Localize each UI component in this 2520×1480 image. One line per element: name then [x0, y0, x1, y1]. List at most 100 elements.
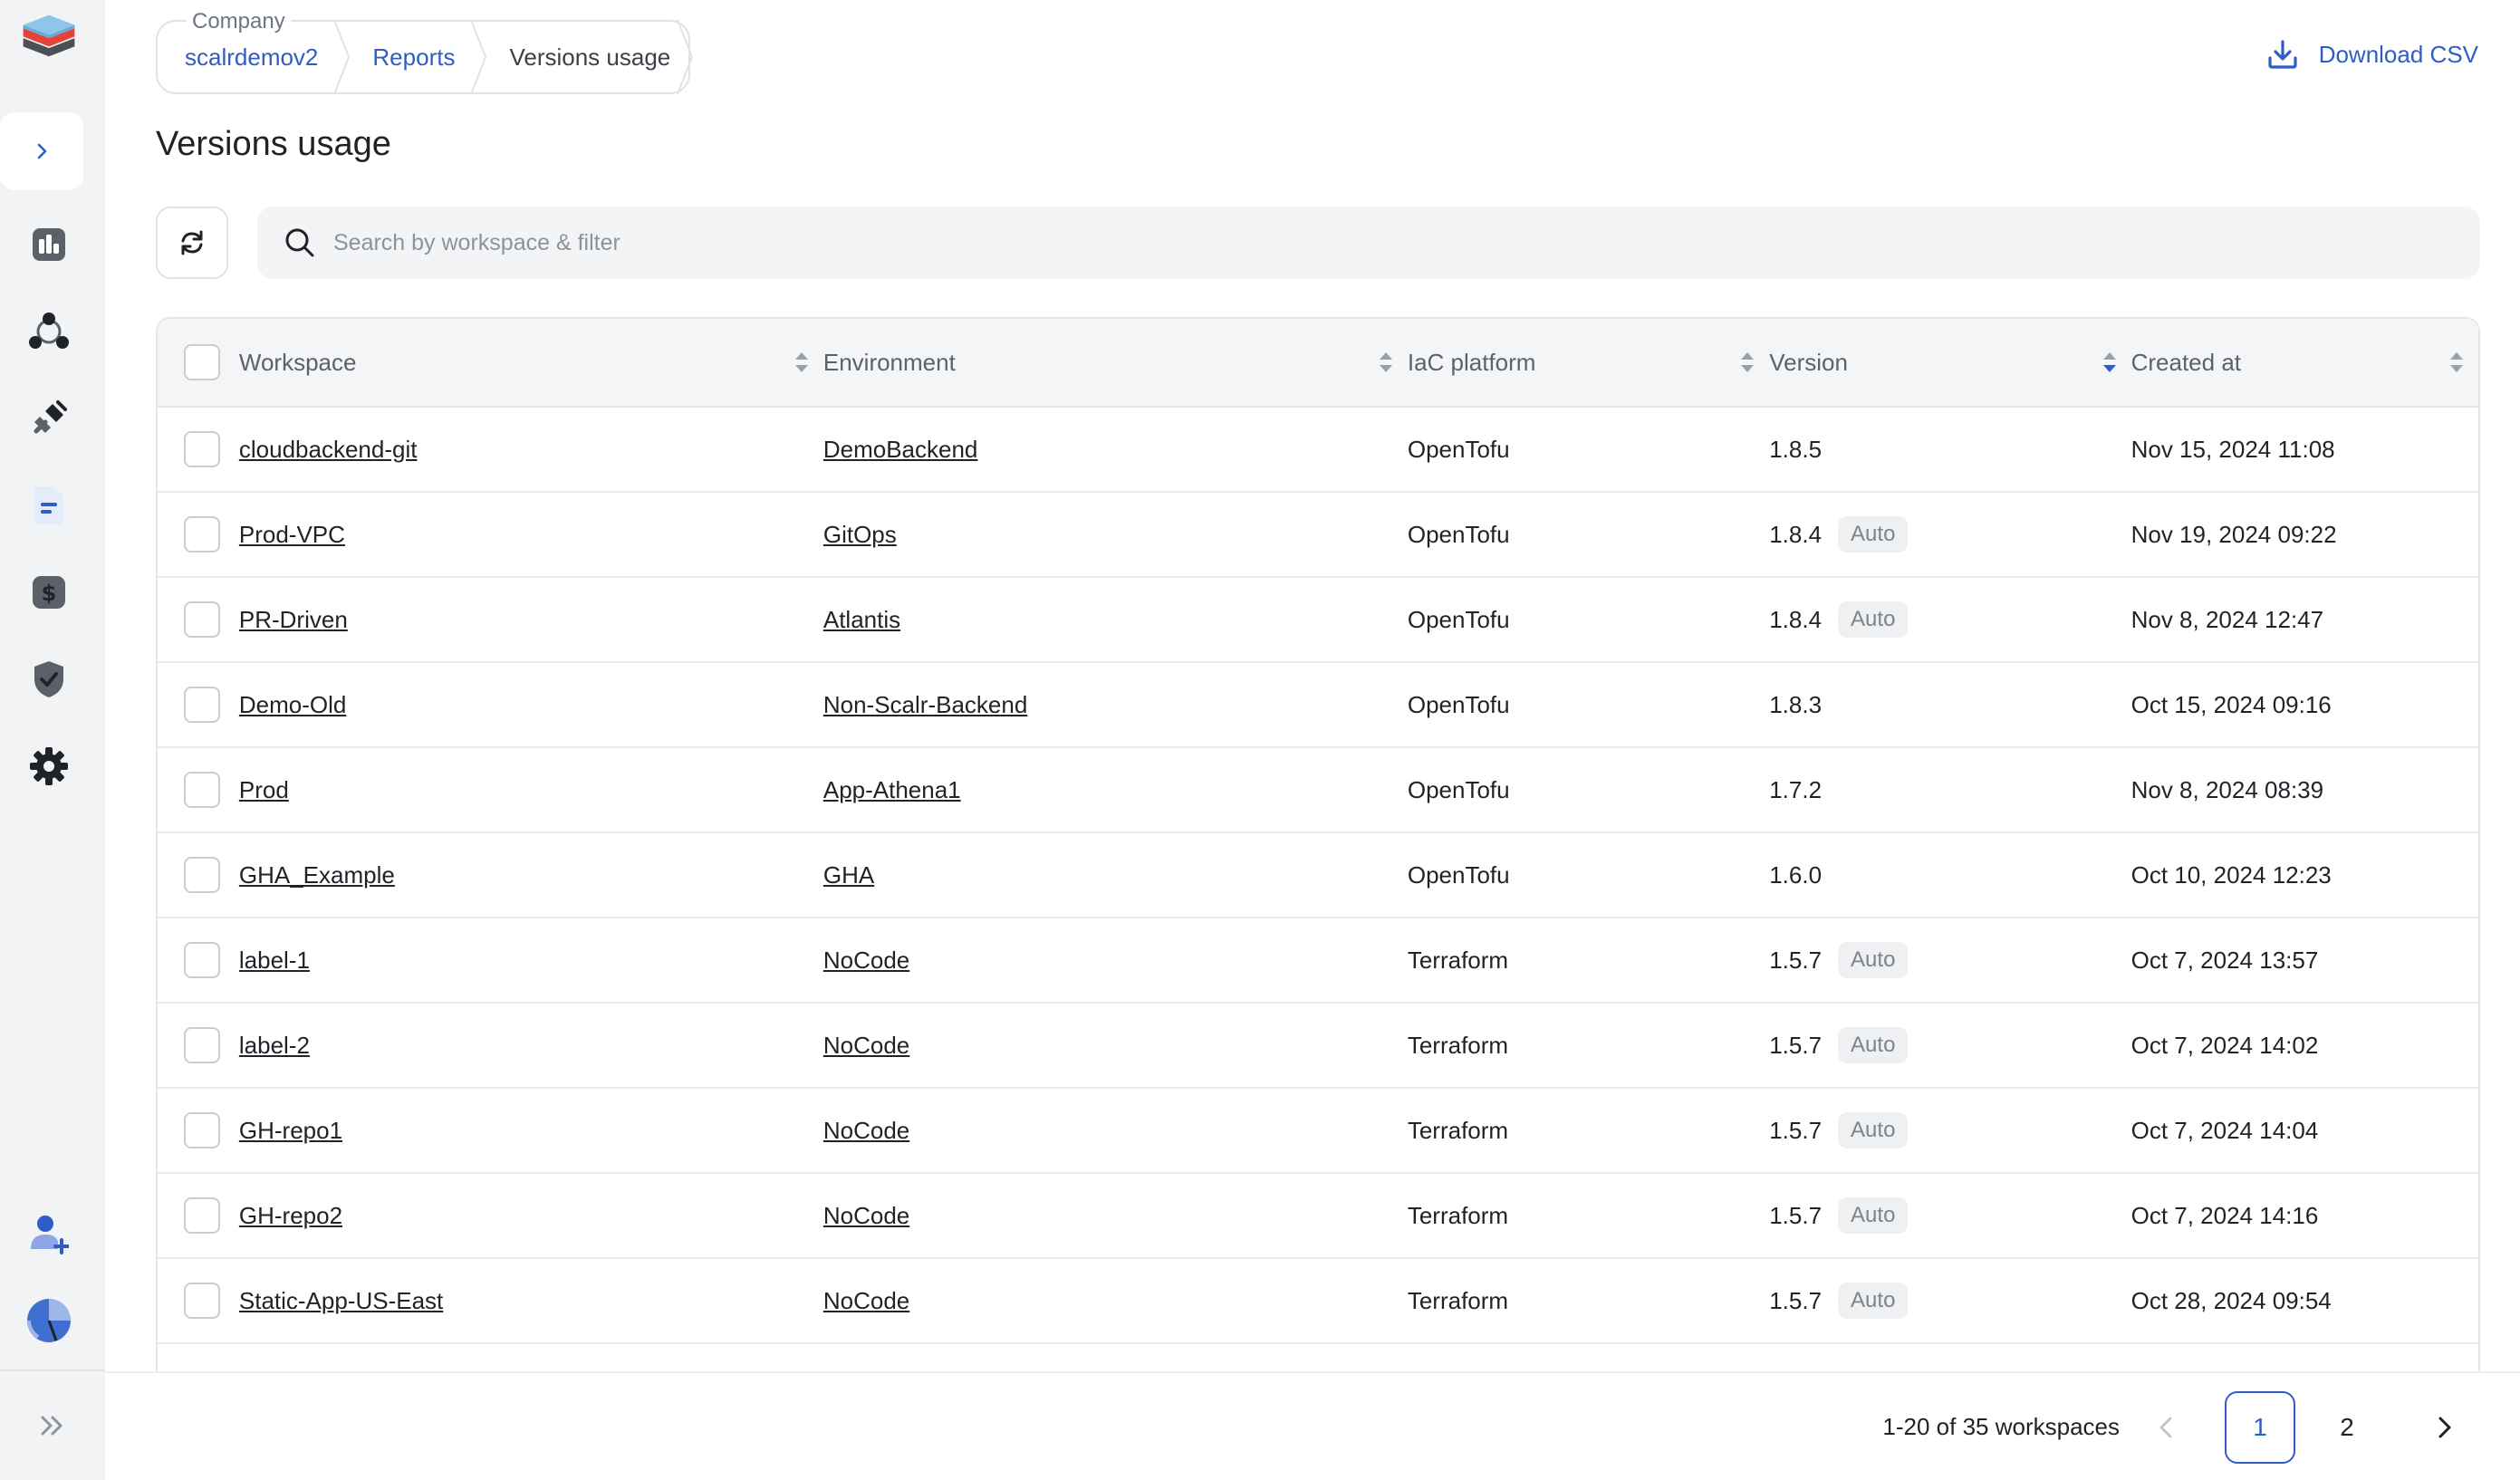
column-header-version[interactable]: Version [1769, 348, 2130, 377]
table-row: label-1 NoCode Terraform 1.5.7 Auto Oct 7, 20… [158, 918, 2478, 1004]
row-checkbox[interactable] [183, 516, 220, 553]
sidebar: $ [0, 0, 105, 1480]
created-at-cell: Nov 15, 2024 11:08 [2130, 435, 2335, 463]
select-all-checkbox[interactable] [183, 344, 220, 380]
row-checkbox[interactable] [183, 1197, 220, 1234]
row-checkbox[interactable] [183, 857, 220, 893]
created-at-cell: Oct 7, 2024 14:02 [2130, 1031, 2319, 1059]
double-chevron-right-icon [41, 1416, 63, 1436]
row-checkbox[interactable] [183, 1283, 220, 1319]
download-csv-button[interactable]: Download CSV [2266, 38, 2478, 71]
row-checkbox[interactable] [183, 431, 220, 467]
breadcrumb-company[interactable]: scalrdemov2 [158, 22, 345, 92]
row-checkbox[interactable] [183, 687, 220, 723]
created-at-cell: Oct 15, 2024 09:16 [2130, 690, 2332, 718]
select-all-cell [158, 344, 239, 380]
workspace-link[interactable]: label-1 [239, 947, 310, 974]
iac-platform-cell: OpenTofu [1407, 435, 1510, 463]
environment-link[interactable]: GHA [823, 861, 874, 889]
settings-icon[interactable] [20, 737, 78, 795]
workspace-cell: cloudbackend-git [239, 436, 823, 464]
iac-platform-cell: Terraform [1407, 946, 1509, 974]
sidebar-expand-button[interactable] [0, 112, 83, 190]
column-header-iac-platform[interactable]: IaC platform [1408, 348, 1769, 377]
workspace-cell: GH-repo2 [239, 1202, 823, 1230]
previous-page-button[interactable] [2149, 1409, 2185, 1450]
row-select-cell [158, 1112, 239, 1148]
pagination-bar: 1-20 of 35 workspaces 1 2 [105, 1371, 2520, 1480]
environment-link[interactable]: NoCode [823, 1202, 909, 1229]
workspace-link[interactable]: GHA_Example [239, 861, 395, 889]
next-page-button[interactable] [2426, 1409, 2462, 1450]
page-button-1[interactable]: 1 [2225, 1391, 2295, 1464]
scalr-logo-icon[interactable] [20, 11, 78, 69]
column-header-workspace[interactable]: Workspace [239, 348, 823, 377]
auto-badge: Auto [1838, 601, 1909, 638]
row-select-cell [158, 1283, 239, 1319]
integrations-icon[interactable] [20, 389, 78, 447]
version-value: 1.5.7 [1769, 1286, 1823, 1314]
row-checkbox[interactable] [183, 1027, 220, 1063]
workspace-link[interactable]: Static-App-US-East [239, 1287, 443, 1314]
iac-platform-cell: OpenTofu [1407, 775, 1510, 803]
environment-link[interactable]: App-Athena1 [823, 776, 961, 803]
workspace-link[interactable]: Demo-Old [239, 691, 346, 718]
sort-icon [1741, 352, 1755, 372]
download-icon [2268, 40, 2297, 69]
column-header-environment[interactable]: Environment [823, 348, 1408, 377]
workspace-link[interactable]: Prod-VPC [239, 521, 345, 548]
page-button-2[interactable]: 2 [2312, 1391, 2382, 1464]
add-user-icon[interactable] [20, 1205, 78, 1263]
created-at-cell: Oct 7, 2024 14:04 [2130, 1116, 2319, 1144]
auto-badge: Auto [1838, 1027, 1909, 1063]
row-checkbox[interactable] [183, 772, 220, 808]
workspace-link[interactable]: GH-repo2 [239, 1202, 342, 1229]
row-checkbox[interactable] [183, 1112, 220, 1148]
svg-text:$: $ [42, 581, 57, 606]
sidebar-collapse-button[interactable] [0, 1369, 105, 1480]
chevron-right-icon [2438, 1417, 2451, 1438]
table-row: Demo-Old Non-Scalr-Backend OpenTofu 1.8.3 Oc… [158, 663, 2478, 748]
dashboard-icon[interactable] [20, 216, 78, 274]
refresh-icon [181, 230, 203, 255]
breadcrumb-current: Versions usage [509, 43, 671, 71]
environment-link[interactable]: DemoBackend [823, 436, 978, 463]
row-checkbox[interactable] [183, 942, 220, 978]
row-checkbox[interactable] [183, 601, 220, 638]
version-cell: 1.8.4 Auto [1769, 601, 2130, 638]
version-value: 1.8.5 [1769, 435, 1823, 463]
workspace-link[interactable]: Prod [239, 776, 289, 803]
reports-icon[interactable] [20, 476, 78, 534]
environment-cell: NoCode [823, 1287, 1408, 1315]
environment-link[interactable]: NoCode [823, 1287, 909, 1314]
version-value: 1.8.3 [1769, 690, 1823, 718]
workspace-link[interactable]: GH-repo1 [239, 1117, 342, 1144]
table-row: Prod-VPC GitOps OpenTofu 1.8.4 Auto Nov 19, 2… [158, 493, 2478, 578]
refresh-button[interactable] [156, 207, 228, 279]
environment-link[interactable]: Atlantis [823, 606, 900, 633]
breadcrumb-reports[interactable]: Reports [345, 22, 482, 92]
created-at-cell: Nov 19, 2024 09:22 [2130, 520, 2337, 548]
environment-link[interactable]: GitOps [823, 521, 897, 548]
user-avatar[interactable] [20, 1292, 78, 1350]
table-row: GH-repo1 NoCode Terraform 1.5.7 Auto Oct 7, 2… [158, 1089, 2478, 1174]
environment-link[interactable]: NoCode [823, 1117, 909, 1144]
billing-icon[interactable]: $ [20, 563, 78, 621]
workspace-link[interactable]: cloudbackend-git [239, 436, 418, 463]
version-value: 1.7.2 [1769, 775, 1823, 803]
column-header-created-at[interactable]: Created at [2131, 348, 2478, 377]
search-input[interactable] [333, 229, 2417, 256]
workspace-link[interactable]: PR-Driven [239, 606, 348, 633]
created-at-cell: Nov 8, 2024 12:47 [2130, 605, 2324, 633]
policies-icon[interactable] [20, 650, 78, 708]
version-value: 1.6.0 [1769, 860, 1823, 889]
workspace-link[interactable]: label-2 [239, 1032, 310, 1059]
environment-cell: NoCode [823, 1202, 1408, 1230]
auto-badge: Auto [1838, 1283, 1909, 1319]
modules-icon[interactable] [20, 303, 78, 360]
version-value: 1.5.7 [1769, 1116, 1823, 1144]
environment-link[interactable]: Non-Scalr-Backend [823, 691, 1027, 718]
environment-link[interactable]: NoCode [823, 947, 909, 974]
auto-badge: Auto [1838, 942, 1909, 978]
environment-link[interactable]: NoCode [823, 1032, 909, 1059]
